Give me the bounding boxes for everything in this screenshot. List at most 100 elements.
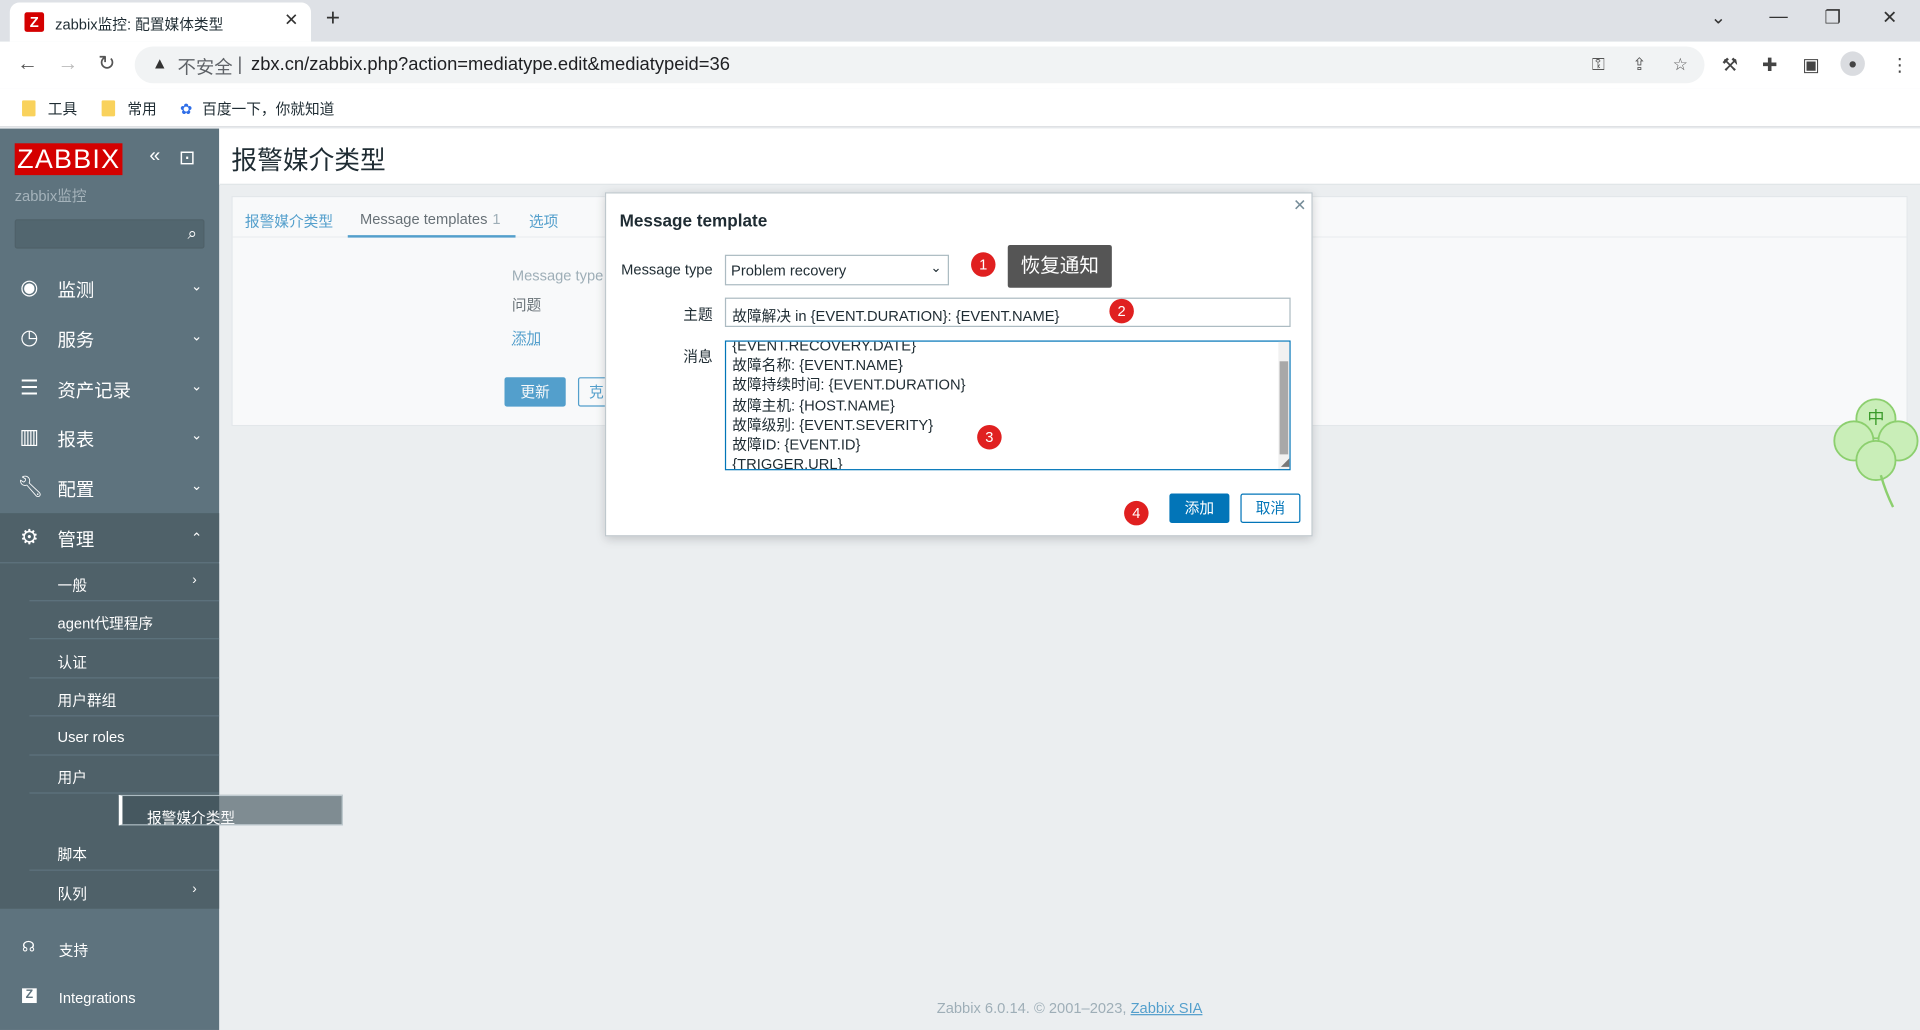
subject-input[interactable]: 故障解决 in {EVENT.DURATION}: {EVENT.NAME} — [724, 297, 1291, 327]
reload-icon[interactable]: ↻ — [98, 51, 115, 75]
annotation-badge-3: 3 — [977, 424, 1002, 450]
bookmark-common[interactable]: 常用 — [101, 98, 157, 119]
submenu-scripts[interactable]: 脚本 — [29, 833, 220, 871]
browser-toolbar: ← → ↻ ▲ 不安全 | zbx.cn/zabbix.php?action=m… — [0, 41, 1920, 89]
submenu-label: 用户 — [57, 769, 87, 787]
menu-support[interactable]: ☊ 支持 — [0, 923, 219, 972]
bookmarks-bar: 工具 常用 ✿ 百度一下，你就知道 — [0, 88, 1920, 128]
bookmark-label: 工具 — [47, 100, 78, 118]
sidebar: ZABBIX « ⊡ zabbix监控 ⌕ ◉ 监测 ⌄ ◷ 服务 ⌄ ☰ 资产… — [0, 128, 343, 1030]
security-label: 不安全 — [177, 57, 233, 79]
search-icon[interactable]: ⌕ — [188, 223, 198, 244]
extension-tool-icon[interactable]: ⚒ — [1722, 54, 1738, 76]
zabbix-logo[interactable]: ZABBIX — [14, 143, 123, 176]
submenu-general[interactable]: 一般 › — [29, 563, 220, 602]
scrollbar-thumb[interactable] — [1279, 361, 1289, 455]
browser-tab[interactable]: Z zabbix监控: 配置媒体类型 ✕ — [9, 2, 312, 42]
menu-inventory[interactable]: ☰ 资产记录 ⌄ — [0, 364, 219, 413]
sidebar-search-input[interactable]: ⌕ — [14, 219, 205, 249]
menu-reports[interactable]: ▥ 报表 ⌄ — [0, 413, 219, 462]
menu-configuration[interactable]: 🔧︎ 配置 ⌄ — [0, 463, 219, 512]
collapse-sidebar-icon[interactable]: « — [149, 146, 160, 168]
side-panel-icon[interactable]: ▣ — [1802, 54, 1819, 76]
submenu-users[interactable]: 用户 — [29, 756, 220, 794]
submenu-proxies[interactable]: agent代理程序 — [29, 601, 220, 640]
folder-icon — [22, 100, 36, 117]
annotation-badge-1: 1 — [971, 252, 996, 277]
wrench-icon: 🔧︎ — [17, 475, 44, 499]
share-icon[interactable]: ⇪ — [1632, 54, 1646, 75]
chevron-down-icon: ⌄ — [191, 379, 203, 395]
message-textarea[interactable]: {EVENT.RECOVERY.DATE} 故障名称: {EVENT.NAME} 故… — [724, 340, 1291, 471]
page-title: 报警媒介类型 — [231, 146, 386, 176]
add-button[interactable]: 添加 — [1169, 493, 1230, 523]
window-close-icon[interactable]: ✕ — [1882, 6, 1897, 28]
submenu-authentication[interactable]: 认证 — [29, 641, 220, 679]
message-template-dialog: Message template ✕ Message type Problem … — [604, 192, 1313, 537]
message-line: 故障ID: {EVENT.ID} — [732, 436, 861, 454]
menu-label: 报表 — [57, 429, 95, 451]
zabbix-favicon-icon: Z — [24, 12, 45, 32]
bar-chart-icon: ▥ — [19, 424, 40, 449]
annotation-badge-2: 2 — [1109, 298, 1134, 324]
bookmark-baidu[interactable]: ✿ 百度一下，你就知道 — [180, 98, 334, 119]
chevron-right-icon: › — [192, 881, 197, 897]
submenu-label: 一般 — [57, 576, 87, 594]
message-line: 故障级别: {EVENT.SEVERITY} — [732, 416, 934, 434]
list-icon: ☰ — [20, 375, 39, 400]
browser-tab-title: zabbix监控: 配置媒体类型 — [55, 15, 224, 34]
menu-label: Integrations — [58, 989, 136, 1007]
puzzle-icon[interactable]: ✚ — [1762, 54, 1777, 76]
submenu-label: 队列 — [57, 885, 87, 903]
admin-submenu: 一般 › agent代理程序 认证 用户群组 User roles 用户 报警媒介… — [0, 563, 343, 910]
close-icon[interactable]: ✕ — [1293, 196, 1306, 216]
chevron-down-icon: ⌄ — [930, 260, 942, 276]
restore-icon[interactable]: ❐ — [1825, 6, 1841, 28]
eye-icon: ◉ — [20, 275, 39, 299]
menu-label: 管理 — [57, 530, 95, 552]
chevron-down-icon: ⌄ — [191, 279, 203, 294]
submenu-label: 脚本 — [57, 846, 87, 864]
star-icon[interactable]: ☆ — [1673, 54, 1688, 75]
message-type-select[interactable]: Problem recovery ⌄ — [724, 254, 949, 286]
stopwatch-icon: ◷ — [20, 325, 39, 350]
menu-services[interactable]: ◷ 服务 ⌄ — [0, 314, 219, 363]
submenu-user-groups[interactable]: 用户群组 — [29, 678, 220, 717]
kiosk-mode-icon[interactable]: ⊡ — [179, 146, 195, 170]
ime-clover-icon[interactable]: 中 — [1832, 392, 1920, 510]
new-tab-icon[interactable]: + — [326, 5, 340, 33]
server-name: zabbix监控 — [14, 187, 87, 205]
menu-monitoring[interactable]: ◉ 监测 ⌄ — [0, 263, 219, 312]
back-icon[interactable]: ← — [17, 51, 38, 75]
minimize-icon[interactable]: — — [1769, 6, 1787, 27]
address-bar[interactable]: ▲ 不安全 | zbx.cn/zabbix.php?action=mediaty… — [134, 46, 1705, 84]
annotation-tooltip: 恢复通知 — [1007, 244, 1112, 288]
cancel-button[interactable]: 取消 — [1240, 493, 1301, 523]
resize-handle-icon[interactable]: ◢ — [1281, 456, 1289, 469]
menu-label: 配置 — [57, 480, 95, 501]
url-text[interactable]: zbx.cn/zabbix.php?action=mediatype.edit&… — [251, 54, 730, 75]
message-line: 故障名称: {EVENT.NAME} — [732, 356, 903, 374]
menu-label: 资产记录 — [57, 380, 132, 402]
folder-icon — [101, 100, 116, 117]
tab-search-chevron-icon[interactable]: ⌄ — [1711, 6, 1726, 28]
forward-icon[interactable]: → — [58, 51, 79, 75]
menu-integrations[interactable]: Z Integrations — [0, 974, 219, 1023]
submenu-user-roles[interactable]: User roles — [29, 718, 220, 756]
menu-dots-icon[interactable]: ⋮ — [1891, 54, 1909, 76]
headset-icon: ☊ — [22, 938, 36, 956]
bookmark-tools[interactable]: 工具 — [22, 98, 77, 119]
chevron-up-icon: ⌃ — [191, 531, 203, 547]
zabbix-z-icon: Z — [22, 988, 37, 1004]
gear-icon: ⚙ — [20, 525, 39, 549]
close-tab-icon[interactable]: ✕ — [284, 10, 298, 31]
menu-administration[interactable]: ⚙ 管理 ⌃ — [0, 513, 220, 563]
textarea-scrollbar[interactable] — [1278, 341, 1290, 470]
message-line: 故障主机: {HOST.NAME} — [732, 396, 895, 414]
submenu-queue[interactable]: 队列 › — [29, 872, 219, 910]
submenu-label: 认证 — [57, 653, 87, 672]
message-type-label: Message type — [621, 260, 713, 279]
key-icon[interactable]: ⚿ — [1592, 54, 1605, 75]
submenu-label: agent代理程序 — [57, 614, 154, 632]
profile-avatar-icon[interactable]: ● — [1840, 51, 1865, 76]
